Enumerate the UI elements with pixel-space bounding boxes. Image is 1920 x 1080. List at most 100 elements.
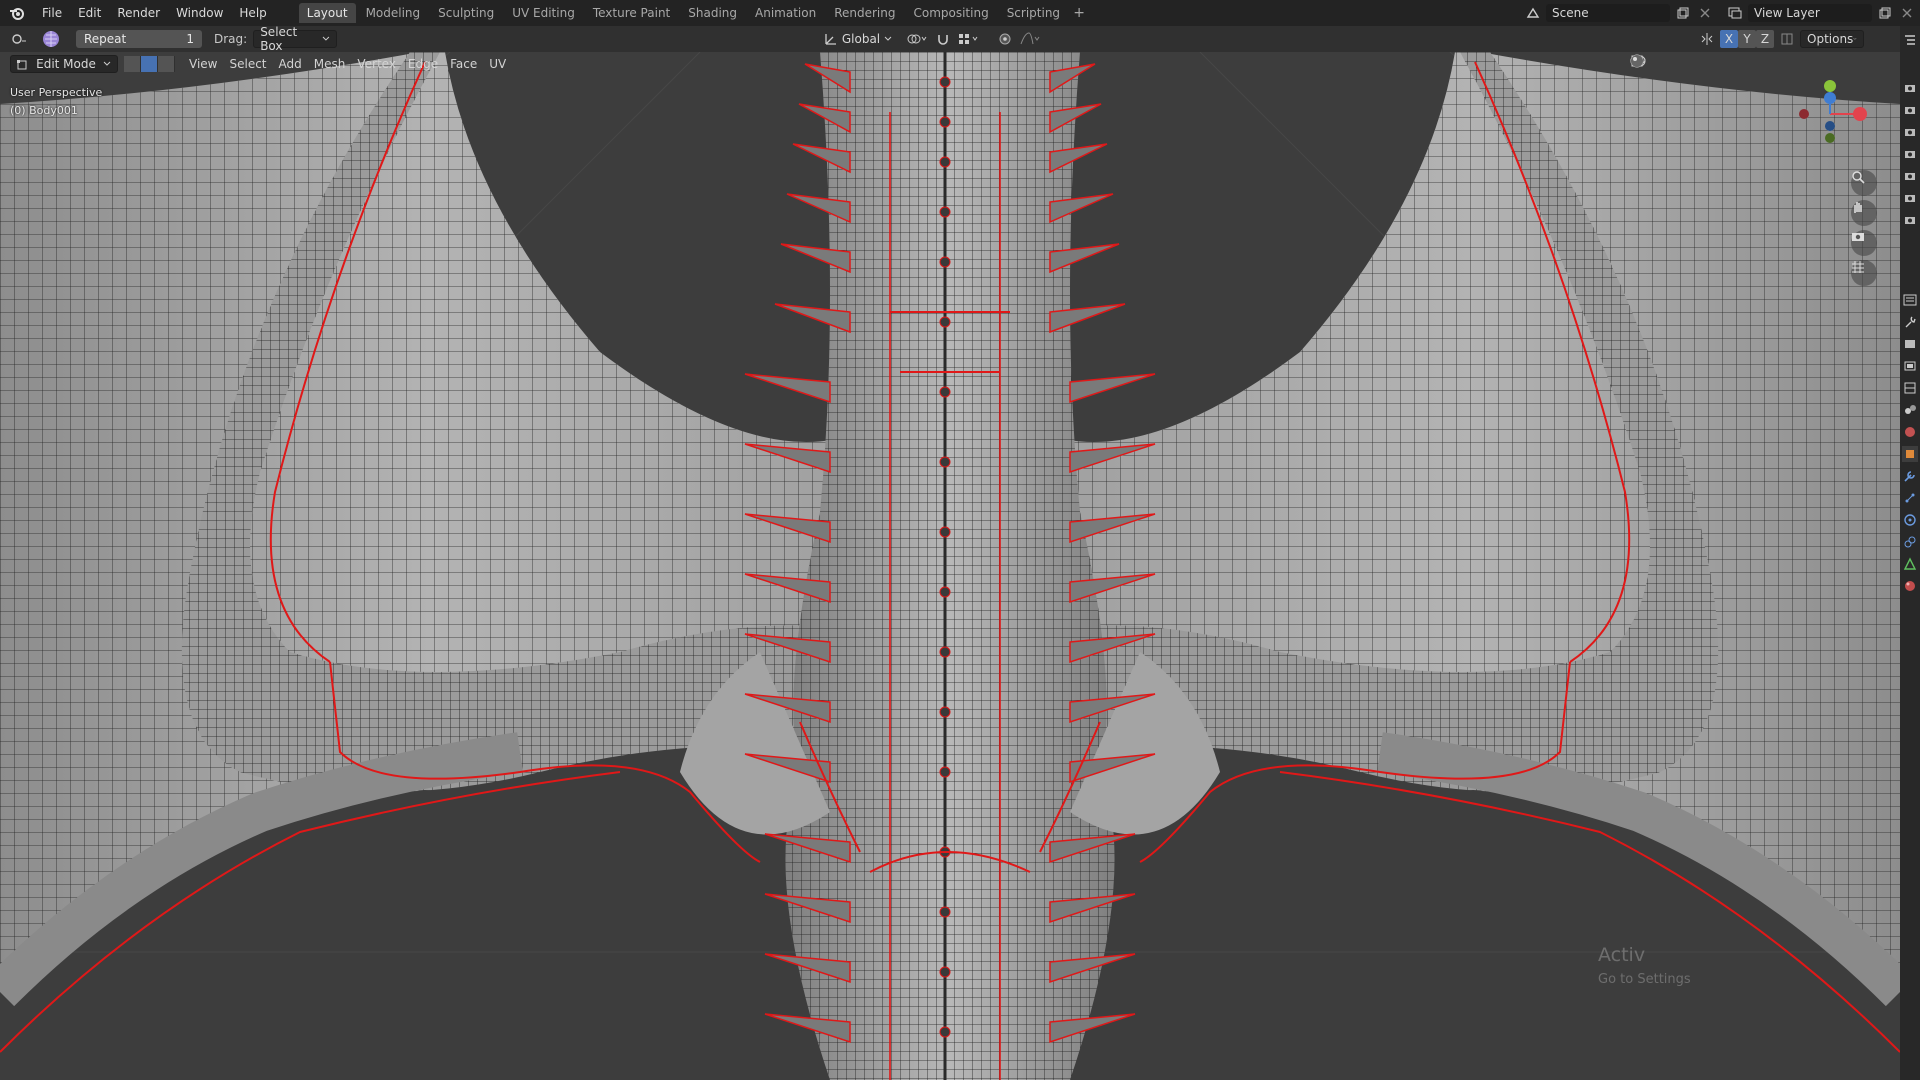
tab-compositing[interactable]: Compositing — [905, 3, 996, 23]
output-properties-icon[interactable] — [1902, 358, 1918, 374]
snap-toggle-icon[interactable] — [934, 30, 952, 48]
menu-vertex[interactable]: Vertex — [351, 57, 402, 71]
menu-help[interactable]: Help — [231, 0, 274, 26]
spine-ridge-node — [939, 386, 951, 398]
tab-modeling[interactable]: Modeling — [358, 3, 429, 23]
edit-mode-icon — [17, 60, 27, 70]
scene-field[interactable]: Scene — [1546, 4, 1670, 22]
tab-layout[interactable]: Layout — [298, 3, 356, 23]
constraint-properties-icon[interactable] — [1902, 534, 1918, 550]
view-layer-field[interactable]: View Layer — [1748, 4, 1872, 22]
menu-add[interactable]: Add — [273, 57, 308, 71]
repeat-field[interactable]: Repeat 1 — [76, 30, 202, 48]
face-select-toggle[interactable] — [158, 56, 175, 72]
active-tool-icon[interactable] — [40, 30, 62, 48]
camera-icon[interactable] — [1902, 124, 1918, 140]
tab-animation[interactable]: Animation — [747, 3, 824, 23]
particle-properties-icon[interactable] — [1902, 490, 1918, 506]
object-properties-icon[interactable] — [1902, 446, 1918, 462]
camera-icon[interactable] — [1902, 212, 1918, 228]
outliner-toggle-icon[interactable] — [1902, 32, 1918, 48]
world-properties-icon[interactable] — [1902, 424, 1918, 440]
menu-mesh[interactable]: Mesh — [308, 57, 352, 71]
mirror-x-toggle[interactable]: X — [1720, 30, 1738, 48]
delete-view-layer-icon[interactable] — [1898, 4, 1916, 22]
scene-type-icon[interactable] — [1524, 4, 1542, 22]
view-layer-name: View Layer — [1754, 6, 1820, 20]
menu-edge[interactable]: Edge — [402, 57, 444, 71]
camera-icon[interactable] — [1902, 168, 1918, 184]
editor-header: Edit Mode View Select Add Mesh Vertex Ed… — [0, 52, 1900, 76]
spine-ridge-node — [939, 1026, 951, 1038]
edge-select-toggle[interactable] — [141, 56, 158, 72]
camera-icon — [1852, 233, 1864, 241]
tab-texture-paint[interactable]: Texture Paint — [585, 3, 678, 23]
camera-icon[interactable] — [1902, 102, 1918, 118]
strip-spacer — [1900, 234, 1920, 286]
top-bar: File Edit Render Window Help Layout Mode… — [0, 0, 1920, 26]
menu-window[interactable]: Window — [168, 0, 231, 26]
spine-ridge-node — [939, 906, 951, 918]
mesh-data-icon[interactable] — [1902, 556, 1918, 572]
zoom-view-button[interactable] — [1851, 170, 1877, 196]
menu-face[interactable]: Face — [444, 57, 483, 71]
orientation-dropdown[interactable]: Global — [818, 30, 898, 48]
delete-scene-icon[interactable] — [1696, 4, 1714, 22]
new-view-layer-icon[interactable] — [1876, 4, 1894, 22]
new-scene-icon[interactable] — [1674, 4, 1692, 22]
spine-spike — [744, 373, 831, 404]
drag-label: Drag: — [214, 32, 248, 46]
options-dropdown[interactable]: Options — [1800, 30, 1864, 48]
modifier-properties-icon[interactable] — [1902, 468, 1918, 484]
camera-icon[interactable] — [1902, 146, 1918, 162]
physics-properties-icon[interactable] — [1902, 512, 1918, 528]
camera-icon[interactable] — [1902, 190, 1918, 206]
add-workspace-button[interactable]: + — [1070, 5, 1088, 21]
menu-edit[interactable]: Edit — [70, 0, 109, 26]
tool-settings-icon[interactable] — [1902, 314, 1918, 330]
mode-dropdown[interactable]: Edit Mode — [10, 55, 118, 73]
tab-scripting[interactable]: Scripting — [999, 3, 1068, 23]
menu-file[interactable]: File — [34, 0, 70, 26]
3d-viewport[interactable]: User Perspective (0) Body001 Activ Go to — [0, 52, 1900, 1080]
menu-uv[interactable]: UV — [483, 57, 512, 71]
snap-target-icon[interactable] — [956, 30, 982, 48]
strip-spacer — [1900, 54, 1920, 74]
mirror-y-toggle[interactable]: Y — [1738, 30, 1756, 48]
chevron-down-icon — [322, 36, 330, 41]
drag-select-dropdown[interactable]: Select Box — [253, 25, 338, 53]
menu-render[interactable]: Render — [109, 0, 168, 26]
mesh-render[interactable] — [0, 52, 1900, 1080]
proportional-edit-icon[interactable] — [996, 30, 1014, 48]
menu-select[interactable]: Select — [223, 57, 272, 71]
camera-icon[interactable] — [1902, 80, 1918, 96]
tab-rendering[interactable]: Rendering — [826, 3, 903, 23]
falloff-curve-icon[interactable] — [1018, 30, 1044, 48]
tab-shading[interactable]: Shading — [680, 3, 745, 23]
render-properties-icon[interactable] — [1902, 336, 1918, 352]
tab-uv-editing[interactable]: UV Editing — [504, 3, 583, 23]
perspective-toggle-button[interactable] — [1851, 260, 1877, 286]
properties-editor-icon[interactable] — [1902, 292, 1918, 308]
camera-view-button[interactable] — [1851, 230, 1877, 256]
vertex-select-toggle[interactable] — [124, 56, 141, 72]
mirror-z-toggle[interactable]: Z — [1756, 30, 1774, 48]
repeat-label: Repeat — [84, 32, 127, 46]
spine-ridge-node — [939, 116, 951, 128]
material-properties-icon[interactable] — [1902, 578, 1918, 594]
view-layer-properties-icon[interactable] — [1902, 380, 1918, 396]
active-object-label: (0) Body001 — [10, 104, 78, 117]
scene-properties-icon[interactable] — [1902, 402, 1918, 418]
tab-sculpting[interactable]: Sculpting — [430, 3, 502, 23]
view-layer-icon[interactable] — [1726, 4, 1744, 22]
blender-logo-icon[interactable] — [0, 0, 34, 26]
orientation-icon — [825, 34, 836, 45]
pivot-point-icon[interactable] — [904, 30, 930, 48]
mirror-options: X Y Z Options — [1698, 30, 1870, 48]
pan-view-button[interactable] — [1851, 200, 1877, 226]
editor-type-icon[interactable] — [10, 30, 28, 48]
menu-view[interactable]: View — [183, 57, 223, 71]
navigation-gizmo[interactable] — [1790, 74, 1870, 154]
topology-mirror-icon[interactable] — [1778, 30, 1796, 48]
scene-name: Scene — [1552, 6, 1589, 20]
